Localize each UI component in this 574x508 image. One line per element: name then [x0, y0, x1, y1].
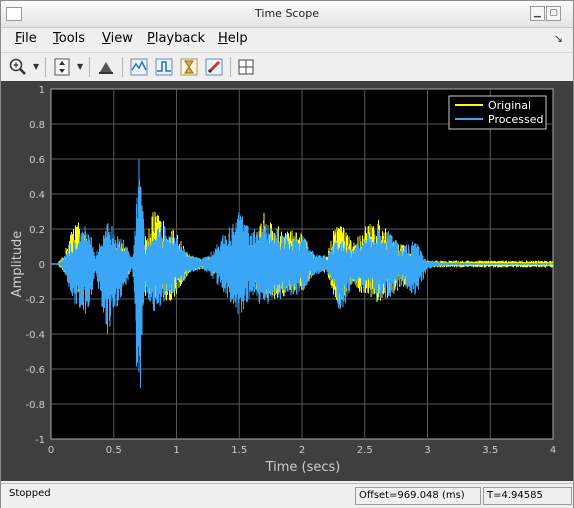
y-tick-label: 0.8	[29, 120, 45, 131]
title-bar: Time Scope ▁ ▢	[1, 1, 573, 28]
maximize-icon[interactable]: ▢	[546, 6, 561, 21]
y-tick-label: -0.6	[25, 365, 45, 376]
zoom-dropdown-icon[interactable]: ▼	[33, 57, 41, 77]
menu-file[interactable]: File	[15, 31, 37, 46]
menu-view[interactable]: View	[102, 31, 133, 46]
zoom-in-icon[interactable]	[7, 56, 29, 78]
y-tick-label: -0.2	[25, 295, 45, 306]
y-tick-label: -1	[35, 435, 45, 446]
y-tick-label: 0.6	[29, 155, 45, 166]
status-bar: Stopped Offset=969.048 (ms) T=4.94585	[1, 483, 573, 508]
axes-dropdown-icon[interactable]: ▼	[77, 57, 85, 77]
pencil-icon[interactable]	[203, 56, 225, 78]
menu-help[interactable]: Help	[218, 31, 248, 46]
time-scope-window: Time Scope ▁ ▢ File Tools View Playback …	[0, 0, 574, 508]
y-tick-label: 0.4	[29, 190, 45, 201]
menu-bar: File Tools View Playback Help ↘	[1, 28, 573, 50]
scope-plot: 0 0.5 1 1.5 2 2.5 3 3.5 4 1 0.8 0.6 0.4 0.2 0 -0.2 -0.4 -…	[10, 85, 556, 475]
y-tick-label: 1	[39, 85, 45, 96]
scope-figure: 0 0.5 1 1.5 2 2.5 3 3.5 4 1 0.8 0.6 0.4 0.2 0 -0.2 -0.4 -…	[1, 81, 573, 481]
x-tick-label: 2.5	[357, 445, 373, 456]
zoom-vertical-icon[interactable]	[51, 56, 73, 78]
toolbar-separator	[89, 57, 90, 77]
x-tick-label: 4	[550, 445, 556, 456]
legend-label-original: Original	[488, 99, 531, 112]
x-tick-label: 0	[48, 445, 54, 456]
undock-arrow-icon[interactable]: ↘	[554, 32, 563, 45]
legend-label-processed: Processed	[488, 113, 543, 126]
y-tick-label: -0.4	[25, 330, 45, 341]
x-tick-label: 1	[173, 445, 179, 456]
legend[interactable]: Original Processed	[448, 95, 547, 130]
toolbar-separator	[230, 57, 231, 77]
x-tick-label: 2	[299, 445, 305, 456]
menu-playback[interactable]: Playback	[147, 31, 205, 46]
y-axis-label: Amplitude	[10, 231, 25, 298]
x-axis-label: Time (secs)	[265, 460, 341, 475]
window-title: Time Scope	[255, 7, 319, 20]
minimize-icon[interactable]: ▁	[530, 6, 545, 21]
menu-tools[interactable]: Tools	[53, 31, 85, 46]
x-tick-label: 3.5	[482, 445, 498, 456]
y-tick-label: 0	[39, 260, 45, 271]
toolbar: ▼ ▼	[1, 52, 573, 82]
status-time: T=4.94585	[483, 487, 572, 505]
y-tick-label: 0.2	[29, 225, 45, 236]
status-state: Stopped	[9, 488, 51, 499]
cursor-icon[interactable]	[153, 56, 175, 78]
peak-icon[interactable]	[178, 56, 200, 78]
toolbar-separator	[122, 57, 123, 77]
trigger-icon[interactable]	[128, 56, 150, 78]
status-offset: Offset=969.048 (ms)	[355, 487, 481, 505]
y-tick-label: -0.8	[25, 400, 45, 411]
highlight-icon[interactable]	[95, 56, 117, 78]
toolbar-separator	[45, 57, 46, 77]
x-tick-label: 3	[424, 445, 430, 456]
layout-icon[interactable]	[235, 56, 257, 78]
x-tick-label: 0.5	[106, 445, 122, 456]
x-tick-label: 1.5	[231, 445, 247, 456]
